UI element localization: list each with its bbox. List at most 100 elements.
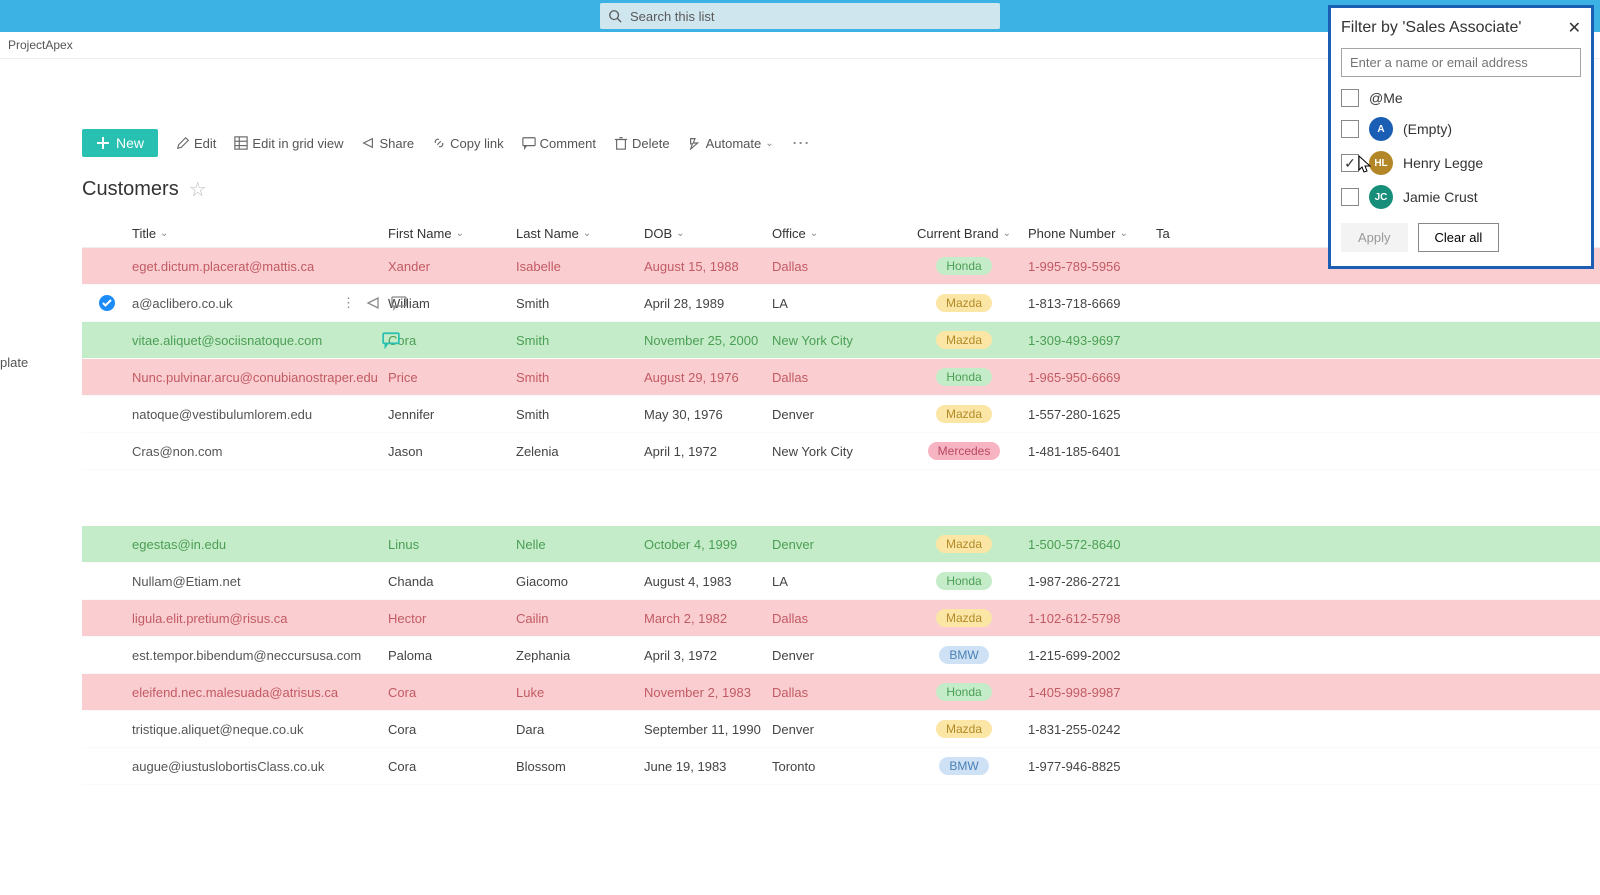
checkbox[interactable] (1341, 89, 1359, 107)
filter-option[interactable]: @Me (1341, 89, 1581, 107)
cell-title[interactable]: egestas@in.edu (132, 537, 388, 552)
automate-button[interactable]: Automate ⌄ (688, 136, 774, 151)
avatar: A (1369, 117, 1393, 141)
filter-option[interactable]: A(Empty) (1341, 117, 1581, 141)
cell-last: Giacomo (516, 574, 644, 589)
cell-dob: April 1, 1972 (644, 444, 772, 459)
flow-icon (688, 136, 702, 150)
cell-title[interactable]: Nullam@Etiam.net (132, 574, 388, 589)
comment-button[interactable]: Comment (522, 136, 596, 151)
column-brand[interactable]: Current Brand⌄ (900, 226, 1028, 241)
data-table: Title⌄ First Name⌄ Last Name⌄ DOB⌄ Offic… (82, 220, 1600, 785)
comment-icon (522, 136, 536, 150)
cell-first: Chanda (388, 574, 516, 589)
cell-title[interactable]: Nunc.pulvinar.arcu@conubianostraper.edu (132, 370, 388, 385)
row-more-icon[interactable]: ⋮ (342, 295, 355, 311)
edit-grid-button[interactable]: Edit in grid view (234, 136, 343, 151)
cell-dob: April 28, 1989 (644, 296, 772, 311)
column-office[interactable]: Office⌄ (772, 226, 900, 241)
cell-first: Hector (388, 611, 516, 626)
cell-phone: 1-102-612-5798 (1028, 611, 1156, 626)
cell-first: Cora (388, 759, 516, 774)
chevron-down-icon: ⌄ (765, 138, 773, 149)
cell-last: Smith (516, 333, 644, 348)
table-row[interactable]: Nunc.pulvinar.arcu@conubianostraper.eduP… (82, 359, 1600, 396)
column-last-name[interactable]: Last Name⌄ (516, 226, 644, 241)
cell-title[interactable]: eget.dictum.placerat@mattis.ca (132, 259, 388, 274)
chevron-down-icon: ⌄ (583, 228, 591, 239)
share-icon[interactable] (365, 295, 381, 311)
cell-title[interactable]: ligula.elit.pretium@risus.ca (132, 611, 388, 626)
cell-office: Denver (772, 722, 900, 737)
table-row[interactable]: natoque@vestibulumlorem.eduJenniferSmith… (82, 396, 1600, 433)
cell-brand: Honda (900, 683, 1028, 701)
table-row[interactable]: vitae.aliquet@sociisnatoque.comCoraSmith… (82, 322, 1600, 359)
filter-option[interactable]: JCJamie Crust (1341, 185, 1581, 209)
column-phone[interactable]: Phone Number⌄ (1028, 226, 1156, 241)
cell-brand: Mazda (900, 720, 1028, 738)
table-row[interactable]: augue@iustuslobortisClass.co.ukCoraBloss… (82, 748, 1600, 785)
chevron-down-icon: ⌄ (676, 228, 684, 239)
cell-title[interactable]: natoque@vestibulumlorem.edu (132, 407, 388, 422)
cell-phone: 1-977-946-8825 (1028, 759, 1156, 774)
new-button[interactable]: New (82, 129, 158, 157)
filter-title: Filter by 'Sales Associate' (1341, 19, 1521, 37)
copy-link-button[interactable]: Copy link (432, 136, 503, 151)
column-first-name[interactable]: First Name⌄ (388, 226, 516, 241)
cell-last: Cailin (516, 611, 644, 626)
row-selected-icon[interactable] (99, 295, 115, 311)
cell-last: Luke (516, 685, 644, 700)
delete-button[interactable]: Delete (614, 136, 670, 151)
search-box[interactable] (600, 3, 1000, 29)
search-icon (608, 9, 622, 23)
cell-title[interactable]: augue@iustuslobortisClass.co.uk (132, 759, 388, 774)
column-title[interactable]: Title⌄ (132, 226, 388, 241)
column-tags[interactable]: Ta (1156, 226, 1206, 241)
table-row[interactable]: eleifend.nec.malesuada@atrisus.caCoraLuk… (82, 674, 1600, 711)
cell-brand: Honda (900, 572, 1028, 590)
cell-phone: 1-481-185-6401 (1028, 444, 1156, 459)
more-button[interactable]: ⋯ (792, 133, 811, 154)
filter-option[interactable]: HLHenry Legge (1341, 151, 1581, 175)
table-row[interactable]: Cras@non.comJasonZeleniaApril 1, 1972New… (82, 433, 1600, 470)
comment-icon[interactable] (382, 331, 400, 349)
cell-brand: Mazda (900, 535, 1028, 553)
clear-all-button[interactable]: Clear all (1418, 223, 1500, 252)
filter-search-input[interactable] (1341, 48, 1581, 77)
table-row[interactable]: Nullam@Etiam.netChandaGiacomoAugust 4, 1… (82, 563, 1600, 600)
chevron-down-icon: ⌄ (1003, 228, 1011, 239)
column-dob[interactable]: DOB⌄ (644, 226, 772, 241)
cell-last: Smith (516, 296, 644, 311)
comment-icon[interactable] (391, 295, 407, 311)
cell-title[interactable]: eleifend.nec.malesuada@atrisus.ca (132, 685, 388, 700)
table-row[interactable]: a@aclibero.co.uk⋮WilliamSmithApril 28, 1… (82, 285, 1600, 322)
cell-title[interactable]: Cras@non.com (132, 444, 388, 459)
pencil-icon (176, 136, 190, 150)
cell-first: Paloma (388, 648, 516, 663)
table-row[interactable]: est.tempor.bibendum@neccursusa.comPaloma… (82, 637, 1600, 674)
edit-button[interactable]: Edit (176, 136, 216, 151)
cell-phone: 1-500-572-8640 (1028, 537, 1156, 552)
cell-phone: 1-995-789-5956 (1028, 259, 1156, 274)
checkbox[interactable] (1341, 154, 1359, 172)
checkbox[interactable] (1341, 120, 1359, 138)
chevron-down-icon: ⌄ (456, 228, 464, 239)
share-button[interactable]: Share (361, 136, 414, 151)
table-row[interactable]: tristique.aliquet@neque.co.ukCoraDaraSep… (82, 711, 1600, 748)
favorite-star-icon[interactable]: ☆ (189, 177, 207, 202)
cell-title[interactable]: est.tempor.bibendum@neccursusa.com (132, 648, 388, 663)
close-icon[interactable]: ✕ (1568, 18, 1581, 38)
cell-title[interactable]: tristique.aliquet@neque.co.uk (132, 722, 388, 737)
table-row[interactable]: ligula.elit.pretium@risus.caHectorCailin… (82, 600, 1600, 637)
cell-office: Toronto (772, 759, 900, 774)
cell-title[interactable]: vitae.aliquet@sociisnatoque.com (132, 333, 388, 348)
cell-brand: BMW (900, 757, 1028, 775)
search-input[interactable] (630, 9, 992, 24)
checkbox[interactable] (1341, 188, 1359, 206)
cell-first: Cora (388, 333, 516, 348)
filter-panel: Filter by 'Sales Associate' ✕ @Me A(Empty… (1328, 5, 1594, 269)
cell-phone: 1-215-699-2002 (1028, 648, 1156, 663)
cell-first: Price (388, 370, 516, 385)
apply-button[interactable]: Apply (1341, 223, 1408, 252)
table-row[interactable]: egestas@in.eduLinusNelleOctober 4, 1999D… (82, 526, 1600, 563)
